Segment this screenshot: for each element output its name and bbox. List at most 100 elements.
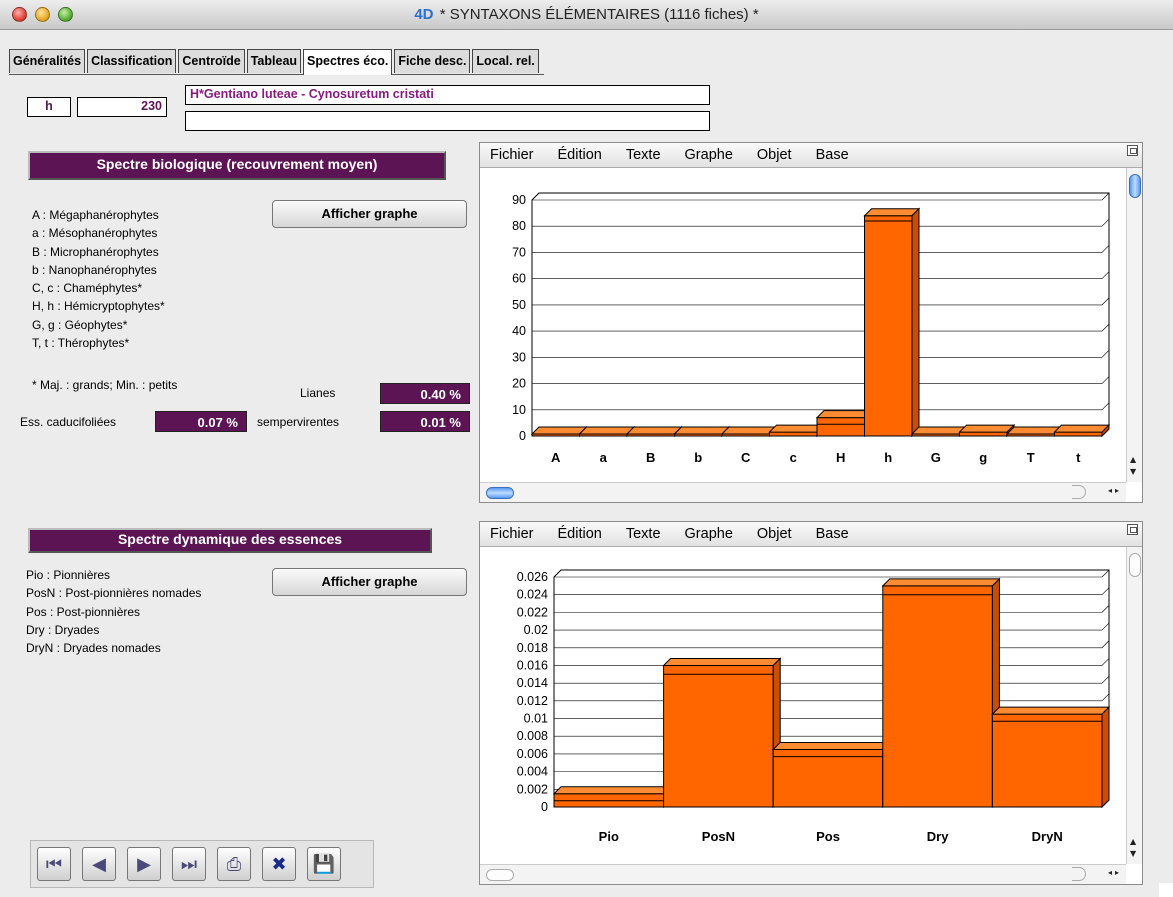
menu-texte[interactable]: Texte [626,526,661,542]
menu-objet[interactable]: Objet [757,526,792,542]
bar-top [910,426,968,435]
legend-item: Pio : Pionnières [26,568,111,582]
bar-top [720,426,778,435]
scroll-track-end [1072,485,1086,499]
menu-base[interactable]: Base [816,147,849,163]
show-bio-graph-button[interactable]: Afficher graphe [272,200,467,228]
bar [816,417,865,437]
legend-item: Dry : Dryades [26,622,100,637]
save-record-button[interactable]: 💾 [307,847,341,881]
bio-spectrum-header: Spectre biologique (recouvrement moyen) [28,151,446,180]
legend-item: PosN : Post-pionnières nomades [26,586,202,601]
menu-objet[interactable]: Objet [757,147,792,163]
next-record-icon: ▶ [137,853,151,875]
show-dyn-graph-button[interactable]: Afficher graphe [272,568,467,596]
bar [864,215,913,437]
legend-item: C, c : Chaméphytes* [32,281,143,296]
legend-item: a : Mésophanérophytes [32,226,158,241]
window-title: 4D * SYNTAXONS ÉLÉMENTAIRES (1116 fiches… [0,6,1173,23]
legend-item: b : Nanophanérophytes [32,262,157,277]
legend-item: H, h : Hémicryptophytes* [32,299,165,314]
menu-texte[interactable]: Texte [626,147,661,163]
tab-bar: Généralités Classification Centroïde Tablea… [9,49,544,75]
y-tick-label: 10 [512,403,526,417]
x-tick-label: H [836,450,845,465]
y-tick-label: 70 [512,245,526,259]
evergreen-value: 0.01 % [380,411,470,432]
tab-spectres-co[interactable]: Spectres éco. [303,49,393,75]
menu-fichier[interactable]: Fichier [490,147,534,163]
zoom-chart-icon[interactable] [1127,145,1138,156]
dyn-chart-window: Fichier Édition Texte Graphe Objet Base 0 0.00… [479,521,1143,885]
bar-top [578,426,636,435]
tab-tableau[interactable]: Tableau [246,49,302,73]
chart-menubar: Fichier Édition Texte Graphe Objet Base [480,143,1142,168]
last-record-button[interactable]: ⏭ [172,847,206,881]
tab-classification[interactable]: Classification [87,49,177,73]
bar-top [625,426,683,435]
zoom-chart-icon[interactable] [1127,524,1138,535]
y-tick-label: 20 [512,377,526,391]
horizontal-scrollbar[interactable]: ◂▸ [480,864,1126,884]
bar-top [815,410,873,419]
tab-fiche-desc[interactable]: Fiche desc. [394,49,471,73]
scroll-thumb[interactable] [1129,174,1141,198]
y-tick-label: 0.024 [517,588,548,602]
syntaxon-name-field[interactable]: H*Gentiano luteae - Cynosuretum cristati [185,85,710,105]
horizontal-scrollbar[interactable]: ◂▸ [480,482,1126,502]
bar-side [1101,705,1110,809]
syntaxon-name: H*Gentiano luteae - Cynosuretum cristati [190,87,434,101]
scroll-arrows-icon[interactable]: ▲ ▼ [1130,836,1136,860]
window-title-text: * SYNTAXONS ÉLÉMENTAIRES (1116 fiches) * [439,6,759,23]
x-tick-label: Dry [927,829,949,844]
delete-button[interactable]: ✖ [262,847,296,881]
scroll-track-end [1072,867,1086,881]
scroll-arrows-icon[interactable]: ▲ ▼ [1130,454,1136,478]
syntaxon-name2-field[interactable] [185,111,710,131]
menu-graphe[interactable]: Graphe [685,147,733,163]
scroll-thumb[interactable] [486,869,514,881]
tab-centro-de[interactable]: Centroïde [178,49,245,73]
menu-graphe[interactable]: Graphe [685,526,733,542]
x-tick-label: B [646,450,655,465]
window-titlebar: 4D * SYNTAXONS ÉLÉMENTAIRES (1116 fiches… [0,0,1173,30]
bar [882,585,993,808]
x-tick-label: PosN [702,829,735,844]
tab-g-n-ralit-s[interactable]: Généralités [9,49,86,73]
previous-record-button[interactable]: ◀ [82,847,116,881]
record-number-field[interactable]: 230 [77,97,167,117]
print-button[interactable]: ⎙ [217,847,251,881]
menu-fichier[interactable]: Fichier [490,526,534,542]
save-record-icon: 💾 [312,853,336,875]
y-tick-label: 0.02 [524,623,548,637]
bar-side [911,207,920,438]
record-toolbar: ⏮ ◀ ▶ ⏭ ⎙ ✖ 💾 [30,840,374,888]
bar [769,431,818,437]
print-icon: ⎙ [226,853,242,875]
evergreen-label: sempervirentes [257,415,340,429]
app-4d-icon: 4D [414,6,434,23]
bio-note: * Maj. : grands; Min. : petits [32,378,178,392]
record-code: h [45,99,53,113]
menu-edition[interactable]: Édition [558,526,602,542]
first-record-button[interactable]: ⏮ [37,847,71,881]
bar-top [662,657,782,666]
scroll-thumb[interactable] [486,487,514,499]
x-tick-label: DryN [1032,829,1063,844]
x-tick-label: t [1076,450,1081,465]
resize-corner[interactable] [1159,883,1173,897]
scroll-arrows-icon[interactable]: ◂▸ [1108,486,1122,495]
record-code-field[interactable]: h [27,97,71,117]
y-tick-label: 50 [512,298,526,312]
scroll-arrows-icon[interactable]: ◂▸ [1108,868,1122,877]
menu-edition[interactable]: Édition [558,147,602,163]
vertical-scrollbar[interactable]: ▲ ▼ [1126,547,1142,864]
bar-top [1005,426,1063,435]
bar [991,713,1103,808]
y-tick-label: 0.01 [524,712,548,726]
next-record-button[interactable]: ▶ [127,847,161,881]
scroll-thumb[interactable] [1129,553,1141,577]
menu-base[interactable]: Base [816,526,849,542]
tab-local-rel[interactable]: Local. rel. [472,49,539,73]
vertical-scrollbar[interactable]: ▲ ▼ [1126,168,1142,482]
